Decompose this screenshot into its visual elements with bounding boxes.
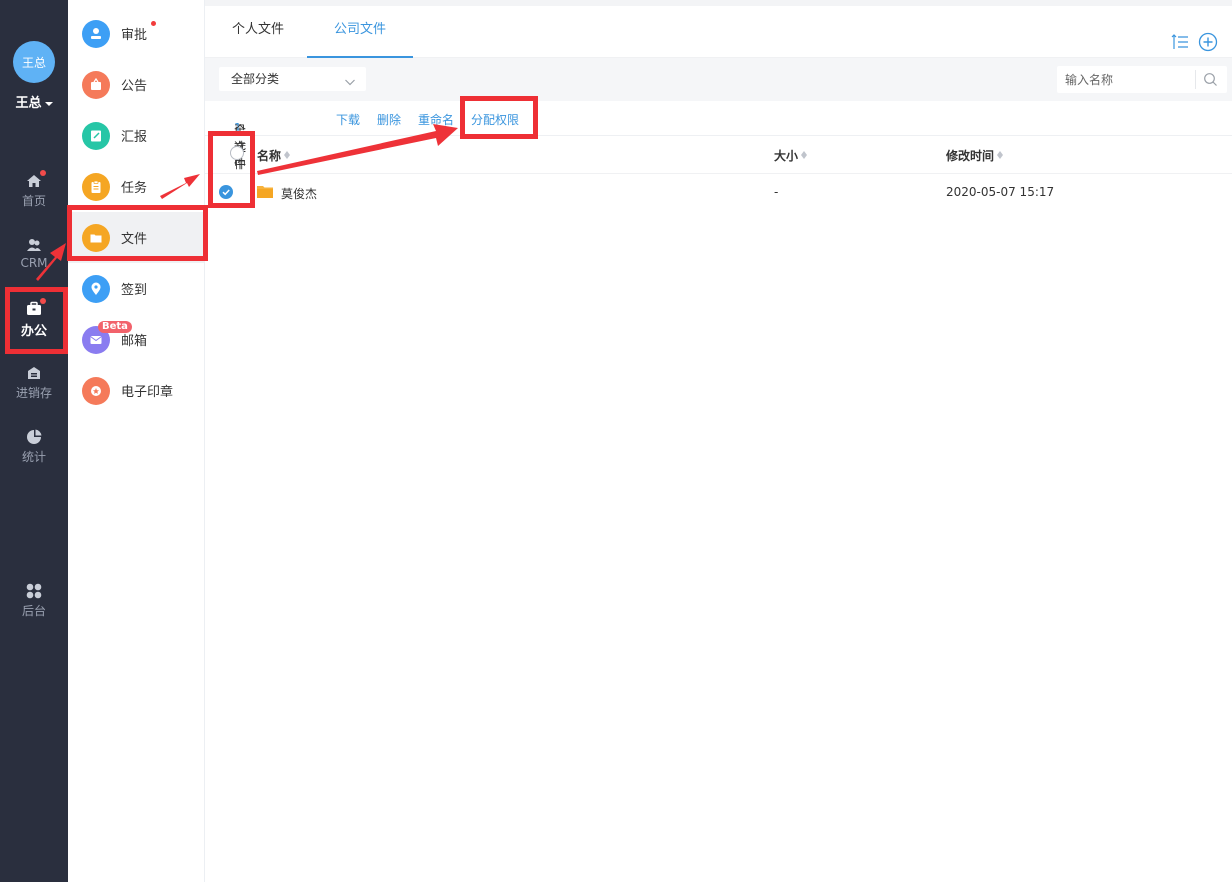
table-row[interactable]: 莫俊杰 - 2020-05-07 15:17 — [205, 174, 1232, 212]
app-label: 任务 — [121, 181, 148, 196]
highlight-box-office — [5, 287, 68, 354]
highlight-box-files — [67, 205, 208, 261]
column-label: 名称 — [257, 149, 282, 163]
inventory-icon — [25, 364, 43, 382]
files-main-panel: 个人文件 公司文件 全部分类 已选中 1 个文件 下载 — [205, 0, 1232, 882]
delete-button[interactable]: 删除 — [377, 111, 401, 128]
app-item-checkin[interactable]: 签到 — [68, 263, 204, 314]
rail-label: 进销存 — [15, 386, 52, 400]
seal-icon — [82, 376, 110, 405]
rail-item-inventory[interactable]: 进销存 — [0, 364, 68, 420]
mail-icon: Beta — [82, 320, 132, 354]
column-modified-header[interactable]: 修改时间 — [946, 147, 1004, 164]
column-name-header[interactable]: 名称 — [257, 147, 291, 164]
app-label: 邮箱 — [121, 334, 148, 349]
rail-item-home[interactable]: 首页 — [0, 170, 68, 228]
beta-badge: Beta — [98, 320, 132, 333]
app-item-announcement[interactable]: 公告 — [68, 59, 204, 110]
sort-icon — [997, 150, 1004, 159]
admin-grid-icon — [25, 582, 43, 600]
home-icon — [25, 170, 46, 190]
main-nav-rail: 王总 王总 首页 CRM 办公 进销存 统计 后台 — [0, 0, 68, 882]
table-header: 名称 大小 修改时间 — [205, 136, 1232, 174]
notification-dot — [40, 170, 46, 176]
sort-icon — [284, 150, 291, 159]
announcement-icon — [82, 70, 110, 99]
app-label-text: 审批 — [121, 28, 148, 43]
app-label: 审批 — [121, 21, 157, 43]
add-icon[interactable] — [1198, 32, 1218, 55]
list-sort-icon[interactable] — [1170, 32, 1190, 55]
location-pin-icon — [82, 274, 110, 303]
avatar[interactable]: 王总 — [13, 41, 55, 83]
tab-tools — [1170, 32, 1218, 55]
file-name[interactable]: 莫俊杰 — [281, 185, 317, 202]
search-input[interactable] — [1057, 66, 1195, 93]
app-item-report[interactable]: 汇报 — [68, 110, 204, 161]
rename-button[interactable]: 重命名 — [418, 111, 454, 128]
rail-item-admin[interactable]: 后台 — [0, 582, 68, 638]
report-icon — [82, 121, 110, 150]
sort-icon — [801, 150, 808, 159]
tab-company-files[interactable]: 公司文件 — [307, 6, 414, 58]
rail-item-crm[interactable]: CRM — [0, 236, 68, 292]
highlight-box-checkbox — [208, 131, 255, 208]
approval-icon — [82, 19, 110, 48]
task-icon — [82, 172, 110, 201]
app-label: 公告 — [121, 79, 148, 94]
pie-chart-icon — [25, 428, 43, 446]
rail-label: 统计 — [21, 450, 46, 464]
app-label: 电子印章 — [121, 385, 174, 400]
search-divider — [1195, 70, 1196, 89]
notification-dot — [151, 21, 157, 26]
folder-icon — [256, 184, 274, 202]
column-label: 大小 — [774, 149, 799, 163]
category-value: 全部分类 — [231, 72, 280, 86]
rail-label: CRM — [20, 256, 48, 270]
search-box — [1057, 66, 1227, 93]
user-name: 王总 — [15, 96, 42, 111]
chevron-down-icon — [344, 72, 356, 96]
app-item-mail[interactable]: Beta 邮箱 — [68, 314, 204, 365]
caret-down-icon — [44, 101, 53, 106]
file-size: - — [774, 185, 779, 199]
highlight-box-assign-permission — [460, 96, 538, 139]
crm-icon — [25, 236, 43, 254]
file-modified: 2020-05-07 15:17 — [946, 185, 1055, 199]
rail-item-stats[interactable]: 统计 — [0, 428, 68, 484]
download-button[interactable]: 下载 — [336, 111, 360, 128]
app-label: 签到 — [121, 283, 148, 298]
app-item-seal[interactable]: 电子印章 — [68, 365, 204, 416]
column-label: 修改时间 — [946, 149, 995, 163]
selection-action-bar: 已选中 1 个文件 下载 删除 重命名 分配权限 — [205, 101, 1232, 171]
filter-bar: 全部分类 — [205, 58, 1232, 101]
app-item-approval[interactable]: 审批 — [68, 8, 204, 59]
app-label: 汇报 — [121, 130, 148, 145]
search-icon[interactable] — [1203, 72, 1218, 90]
user-menu[interactable]: 王总 — [0, 92, 68, 111]
tab-bar: 个人文件 公司文件 — [205, 6, 1232, 58]
category-select[interactable]: 全部分类 — [219, 67, 366, 91]
column-size-header[interactable]: 大小 — [774, 147, 808, 164]
rail-label: 后台 — [21, 604, 46, 618]
rail-label: 首页 — [21, 194, 46, 208]
tab-personal-files[interactable]: 个人文件 — [205, 6, 311, 58]
app-sidebar: 审批 公告 汇报 任务 文件 签到 Beta 邮箱 电子印章 — [68, 0, 205, 882]
